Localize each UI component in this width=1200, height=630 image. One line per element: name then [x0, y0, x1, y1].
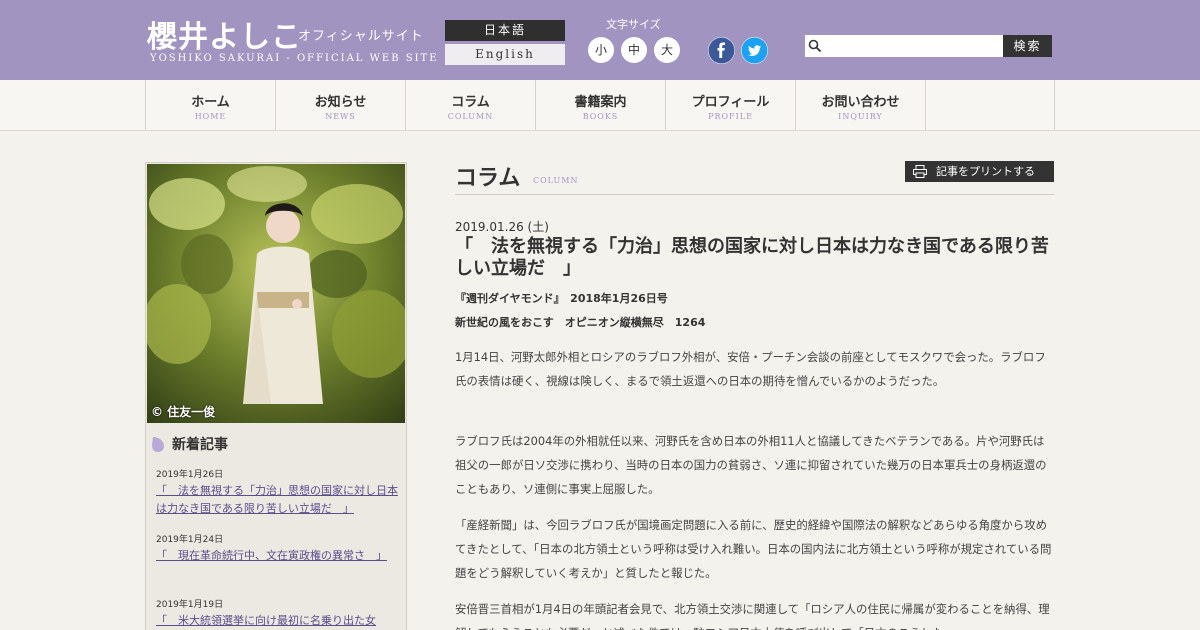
site-header: 櫻井よしこ オフィシャルサイト YOSHIKO SAKURAI - OFFICI…: [0, 0, 1200, 80]
search-input[interactable]: [805, 35, 1003, 57]
article-series: 新世紀の風をおこす オピニオン縦横無尽 1264: [455, 316, 706, 329]
news-date: 2019年1月19日: [156, 600, 224, 610]
nav-item-profile[interactable]: プロフィール PROFILE: [665, 80, 795, 130]
nav-spacer: [925, 80, 1055, 130]
news-date: 2019年1月26日: [156, 470, 224, 480]
nav-label: 書籍案内: [574, 95, 627, 110]
nav-label-en: PROFILE: [708, 112, 753, 121]
lang-english-button[interactable]: English: [445, 44, 565, 65]
news-link[interactable]: 「 米大統領選挙に向け最初に名乗り出た女: [156, 612, 398, 630]
search-icon: [808, 39, 822, 53]
news-date: 2019年1月24日: [156, 535, 224, 545]
article-source: 『週刊ダイヤモンド』 2018年1月26日号: [455, 292, 668, 305]
site-logo-subtitle: オフィシャルサイト: [298, 29, 424, 44]
section-title: コラム: [455, 165, 521, 191]
section-title-en: COLUMN: [533, 176, 579, 185]
font-size-label: 文字サイズ: [606, 18, 661, 31]
nav-label: お問い合わせ: [821, 95, 900, 110]
nav-label: コラム: [451, 95, 490, 110]
lang-japanese-button[interactable]: 日本語: [445, 20, 565, 41]
nav-label: お知らせ: [314, 95, 367, 110]
petal-icon: [152, 437, 164, 452]
site-logo[interactable]: 櫻井よしこ: [147, 12, 302, 56]
font-size-small-button[interactable]: 小: [588, 37, 614, 63]
facebook-icon[interactable]: [708, 37, 735, 64]
article-date: 2019.01.26 (土): [455, 220, 549, 234]
font-size-large-button[interactable]: 大: [654, 37, 680, 63]
nav-item-books[interactable]: 書籍案内 BOOKS: [535, 80, 665, 130]
profile-photo: © 住友一俊: [147, 164, 405, 423]
article-paragraph: 1月14日、河野太郎外相とロシアのラブロフ外相が、安倍・プーチン会談の前座として…: [455, 350, 1046, 388]
site-logo-english: YOSHIKO SAKURAI - OFFICIAL WEB SITE: [150, 53, 439, 64]
twitter-icon[interactable]: [741, 37, 768, 64]
nav-label-en: BOOKS: [582, 112, 619, 121]
nav-divider: [1054, 80, 1055, 130]
nav-label-en: INQUIRY: [838, 112, 883, 121]
nav-item-inquiry[interactable]: お問い合わせ INQUIRY: [795, 80, 925, 130]
main-navigation: ホーム HOME お知らせ NEWS コラム COLUMN 書籍案内 BOOKS…: [0, 80, 1200, 131]
nav-label: ホーム: [191, 95, 230, 110]
search-button[interactable]: 検索: [1003, 35, 1052, 57]
article-title: 「 法を無視する「力治」思想の国家に対し日本は力なき国である限り苦しい立場だ 」: [455, 236, 1049, 279]
recent-articles-heading: 新着記事: [150, 433, 400, 455]
recent-articles-title: 新着記事: [172, 437, 228, 453]
article-paragraph: 「産経新聞」は、今回ラブロフ氏が国境画定問題に入る前に、歴史的経緯や国際法の解釈…: [455, 518, 1052, 580]
nav-label: プロフィール: [691, 95, 770, 110]
nav-item-news[interactable]: お知らせ NEWS: [275, 80, 405, 130]
nav-item-column[interactable]: コラム COLUMN: [405, 80, 535, 130]
news-link[interactable]: 「 法を無視する「力治」思想の国家に対し日本は力なき国である限り苦しい立場だ 」: [156, 482, 398, 518]
print-article-button[interactable]: 記事をプリントする: [905, 161, 1054, 182]
font-size-medium-button[interactable]: 中: [621, 37, 647, 63]
photo-caption: © 住友一俊: [151, 405, 216, 419]
nav-label-en: COLUMN: [447, 112, 494, 121]
nav-label-en: HOME: [194, 112, 227, 121]
article-paragraph: 安倍晋三首相が1月4日の年頭記者会見で、北方領土交渉に関連して「ロシア人の住民に…: [455, 602, 1050, 630]
nav-item-home[interactable]: ホーム HOME: [145, 80, 275, 130]
title-divider: [455, 194, 1054, 195]
nav-label-en: NEWS: [325, 112, 356, 121]
sidebar: © 住友一俊 新着記事 2019年1月26日 「 法を無視する「力治」思想の国家…: [145, 162, 407, 630]
article-paragraph: ラブロフ氏は2004年の外相就任以来、河野氏を含め日本の外相11人と協議してきた…: [455, 434, 1047, 496]
printer-icon: [913, 165, 927, 178]
news-link[interactable]: 「 現在革命続行中、文在寅政権の異常さ 」: [156, 547, 398, 565]
print-article-label: 記事をプリントする: [936, 165, 1035, 178]
profile-photo-illustration: [147, 164, 405, 423]
